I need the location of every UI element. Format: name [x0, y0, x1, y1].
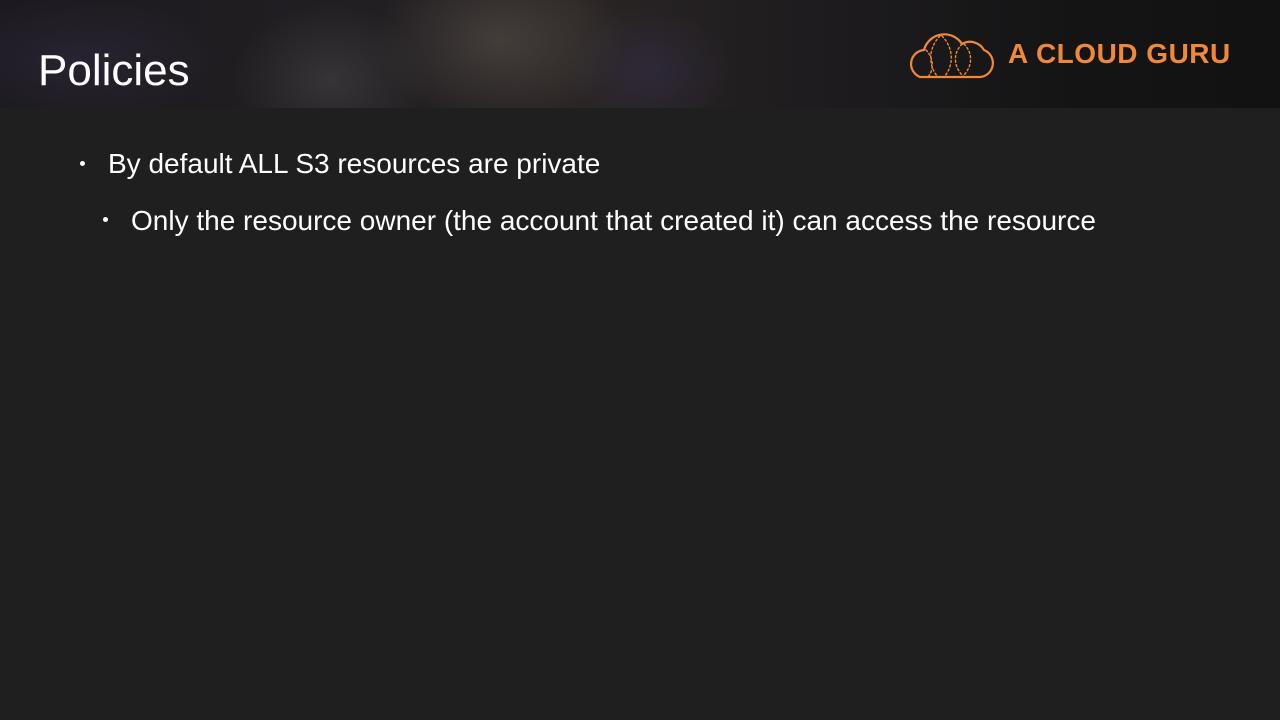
bullet-item-level-2: Only the resource owner (the account tha… — [103, 202, 1103, 239]
bullet-item-level-1: By default ALL S3 resources are private — [80, 146, 600, 182]
slide-title: Policies — [38, 46, 190, 95]
brand-logo: A CLOUD GURU — [904, 28, 1231, 80]
bullet-icon — [80, 161, 85, 166]
bullet-text: Only the resource owner (the account tha… — [131, 205, 1096, 236]
slide-header: Policies A CLOUD GURU — [0, 0, 1280, 108]
slide: Policies A CLOUD GURU By default ALL S3 … — [0, 0, 1280, 720]
cloud-logo-icon — [910, 33, 994, 79]
bullet-text: By default ALL S3 resources are private — [108, 148, 601, 179]
bullet-icon — [103, 217, 108, 222]
brand-name: A CLOUD GURU — [1008, 38, 1231, 69]
